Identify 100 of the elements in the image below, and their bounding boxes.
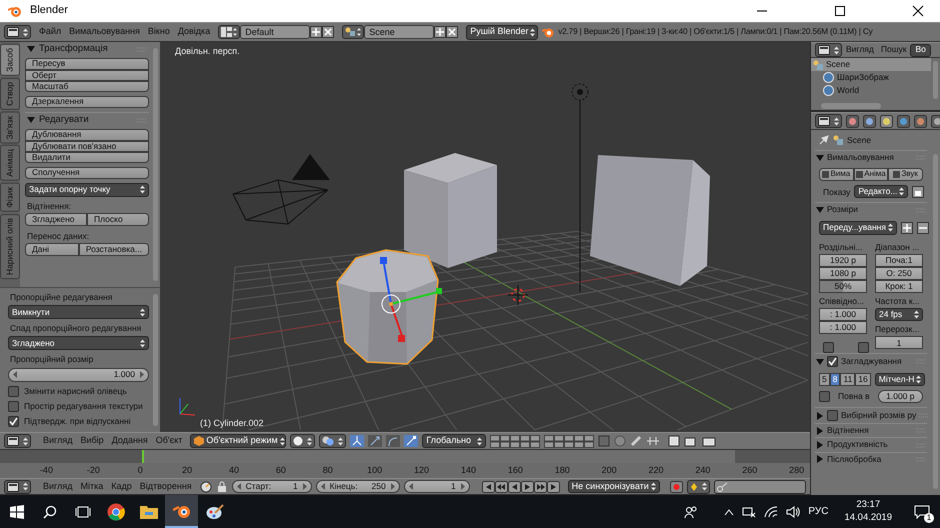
grip-icon[interactable]: [916, 359, 926, 364]
menu-item[interactable]: Вигляд: [843, 45, 877, 55]
dropdown[interactable]: Вимкнути: [8, 305, 149, 320]
mode-dropdown[interactable]: Об'єктний режим: [190, 434, 286, 448]
selected-cylinder-drawing[interactable]: [336, 249, 442, 365]
dropdown[interactable]: Згладжено: [8, 336, 149, 350]
jump-end-icon[interactable]: [546, 480, 560, 492]
snap-icon[interactable]: [630, 435, 642, 447]
clock-time[interactable]: 23:17: [856, 499, 880, 512]
tool-button[interactable]: Розстановка...: [78, 243, 149, 256]
scrollbar[interactable]: [933, 154, 938, 489]
record-icon[interactable]: [670, 480, 683, 492]
filter-dropdown[interactable]: Мітчел-Н: [874, 373, 926, 386]
editor-type-button[interactable]: [815, 43, 842, 57]
tool-button[interactable]: Дублювання: [25, 129, 149, 141]
translate-icon[interactable]: [368, 435, 382, 447]
right-arrow-icon[interactable]: [390, 483, 395, 490]
scrollbar[interactable]: [821, 103, 881, 109]
remove-icon[interactable]: [916, 222, 929, 234]
menu-item[interactable]: Вимальовування: [65, 27, 144, 37]
filter-button[interactable]: Во: [910, 44, 931, 56]
dropdown[interactable]: Редакто...: [854, 185, 908, 198]
tool-button[interactable]: Масштаб: [25, 81, 149, 92]
menu-item[interactable]: Кадр: [107, 482, 136, 492]
outliner-item[interactable]: World: [811, 84, 931, 97]
network-icon[interactable]: [742, 506, 756, 518]
render-engine-dropdown[interactable]: Рушій Blender: [466, 24, 538, 40]
panel-header[interactable]: Загладжування: [815, 353, 927, 370]
grip-icon[interactable]: [919, 413, 930, 418]
close-icon[interactable]: [446, 26, 458, 38]
left-arrow-icon[interactable]: [236, 483, 242, 490]
scrollbar[interactable]: [153, 48, 158, 281]
tool-button[interactable]: Пересув: [25, 58, 149, 70]
layout-button[interactable]: [218, 24, 240, 39]
number-field[interactable]: О: 250: [875, 266, 923, 280]
add-icon[interactable]: [900, 222, 913, 234]
people-icon[interactable]: [684, 504, 698, 518]
world-tab[interactable]: [897, 114, 910, 128]
number-field[interactable]: 50%: [819, 280, 867, 293]
lock-icon[interactable]: [912, 186, 924, 198]
number-field[interactable]: 1920 р: [819, 254, 867, 267]
layer-grid[interactable]: [544, 434, 594, 448]
add-icon[interactable]: [434, 26, 446, 38]
panel-header[interactable]: Вибірний розмів ру: [815, 407, 927, 424]
number-field[interactable]: 1080 р: [819, 266, 867, 280]
render-layers-tab[interactable]: [863, 114, 876, 128]
number-field[interactable]: : 1.000: [819, 321, 867, 334]
pivot-dropdown[interactable]: [319, 434, 346, 448]
number-field[interactable]: Поча:1: [875, 254, 923, 267]
sample-option[interactable]: 8: [830, 373, 840, 386]
next-keyframe-icon[interactable]: [534, 480, 547, 492]
render-button[interactable]: Вима: [819, 168, 854, 182]
number-field[interactable]: Крок: 1: [875, 280, 923, 293]
menu-item[interactable]: Вікно: [144, 27, 174, 37]
language-indicator[interactable]: РУС: [808, 506, 828, 518]
menu-item[interactable]: Об'єкт: [152, 436, 186, 446]
checkbox[interactable]: [819, 391, 830, 402]
dropdown[interactable]: Задати опорну точку: [25, 182, 149, 197]
checkbox[interactable]: [8, 400, 19, 412]
left-arrow-icon[interactable]: [13, 371, 18, 378]
render-tab[interactable]: [846, 114, 859, 128]
scale-icon[interactable]: [404, 435, 418, 447]
editor-type-button[interactable]: [815, 114, 842, 128]
right-arrow-icon[interactable]: [460, 483, 465, 490]
collapse-triangle-icon[interactable]: [27, 45, 35, 54]
close-icon[interactable]: [912, 5, 924, 17]
scene-button[interactable]: [342, 24, 364, 39]
render-button[interactable]: Звук: [888, 168, 924, 182]
right-arrow-icon[interactable]: [139, 371, 144, 378]
left-arrow-icon[interactable]: [408, 483, 414, 490]
checkbox[interactable]: [8, 416, 19, 427]
sample-option[interactable]: 5: [819, 373, 830, 386]
play-icon[interactable]: [520, 480, 534, 492]
panel-header[interactable]: Трансформація: [25, 42, 149, 56]
checkbox[interactable]: [858, 342, 869, 354]
sample-option[interactable]: 16: [855, 373, 871, 386]
grip-icon[interactable]: [137, 46, 147, 52]
collapse-triangle-icon[interactable]: [816, 154, 824, 162]
outliner-item[interactable]: Scene: [811, 58, 931, 71]
tool-button[interactable]: Плоско: [87, 212, 149, 226]
grip-icon[interactable]: [916, 208, 926, 213]
object-tab[interactable]: [914, 114, 927, 128]
panel-header[interactable]: Післяобробка: [815, 452, 927, 466]
timeline-ruler[interactable]: -40 -20 0 20 40 60 80 100 120 140 160 180 200 220 240 260 280: [0, 450, 810, 478]
scene-tab[interactable]: [880, 114, 893, 128]
clapper-icon[interactable]: [702, 435, 716, 447]
outliner-item[interactable]: ШариЗображ: [811, 71, 931, 84]
orientation-dropdown[interactable]: Глобально: [422, 434, 486, 448]
rotate-icon[interactable]: [386, 435, 400, 447]
render-button[interactable]: Аніма: [854, 168, 888, 182]
grip-icon[interactable]: [137, 118, 147, 123]
tool-button[interactable]: Дані: [25, 243, 79, 256]
collapse-triangle-icon[interactable]: [816, 206, 824, 214]
caret-up-icon[interactable]: [724, 508, 734, 516]
panel-header[interactable]: Продуктивність: [815, 437, 927, 452]
menu-item[interactable]: Відтворення: [136, 482, 196, 492]
clock-date[interactable]: 14.04.2019: [844, 512, 892, 524]
camera-icon[interactable]: [684, 435, 698, 447]
menu-item[interactable]: Довідка: [174, 27, 214, 37]
scrollbar[interactable]: [933, 61, 938, 99]
